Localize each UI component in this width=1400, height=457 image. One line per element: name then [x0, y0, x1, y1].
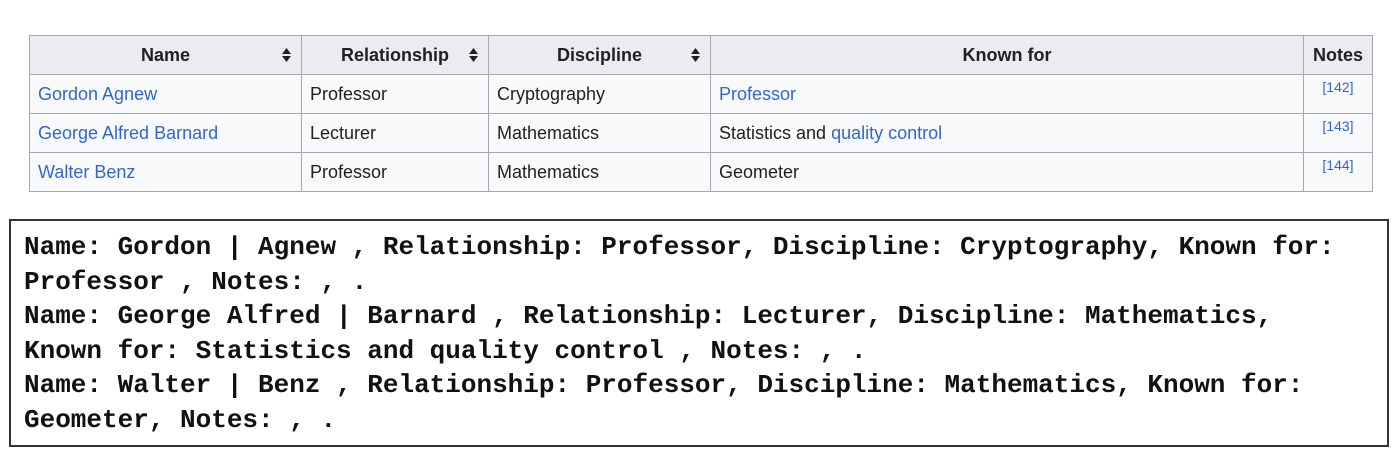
- cell-name: Gordon Agnew: [29, 74, 302, 114]
- linearized-text-box: Name: Gordon | Agnew , Relationship: Pro…: [9, 219, 1389, 447]
- column-header-label: Relationship: [340, 44, 449, 65]
- sort-icon[interactable]: [691, 48, 700, 62]
- cell-notes: [144]: [1303, 152, 1373, 192]
- cell-known-for: Professor: [710, 74, 1304, 114]
- known-for-link[interactable]: quality control: [831, 123, 942, 143]
- table-crop-edge: [29, 196, 1372, 199]
- column-header-label: Known for: [962, 44, 1052, 65]
- text-line: Name: Gordon | Agnew , Relationship: Pro…: [24, 232, 1335, 262]
- name-link[interactable]: Walter Benz: [38, 162, 135, 182]
- table-row: Walter Benz Professor Mathematics Geomet…: [29, 152, 1373, 192]
- cell-notes: [143]: [1303, 113, 1373, 153]
- known-for-link[interactable]: Professor: [719, 84, 796, 104]
- column-header-relationship[interactable]: Relationship: [301, 35, 489, 75]
- known-for-text: Statistics and: [719, 122, 832, 143]
- cell-name: Walter Benz: [29, 152, 302, 192]
- cell-known-for: Geometer: [710, 152, 1304, 192]
- cell-name: George Alfred Barnard: [29, 113, 302, 153]
- text-line: Geometer, Notes: , .: [24, 404, 337, 435]
- table-header-row: Name Relationship Discipline Known for N…: [29, 35, 1373, 75]
- table-row: Gordon Agnew Professor Cryptography Prof…: [29, 74, 1373, 114]
- name-link[interactable]: George Alfred Barnard: [38, 123, 218, 143]
- cell-discipline: Cryptography: [488, 74, 711, 114]
- column-header-known-for: Known for: [710, 35, 1304, 75]
- cell-relationship: Professor: [301, 74, 489, 114]
- known-for-text: Geometer: [719, 161, 800, 182]
- name-link[interactable]: Gordon Agnew: [38, 84, 157, 104]
- cell-relationship: Professor: [301, 152, 489, 192]
- citation-link[interactable]: [144]: [1322, 157, 1353, 173]
- column-header-label: Discipline: [556, 44, 643, 65]
- sort-icon[interactable]: [282, 48, 291, 62]
- column-header-notes: Notes: [1303, 35, 1373, 75]
- column-header-label: Name: [140, 44, 191, 65]
- table-row: George Alfred Barnard Lecturer Mathemati…: [29, 113, 1373, 153]
- column-header-label: Notes: [1312, 44, 1363, 65]
- citation-link[interactable]: [143]: [1322, 118, 1353, 134]
- cell-known-for: Statistics and quality control: [710, 113, 1304, 153]
- sort-icon[interactable]: [469, 48, 478, 62]
- citation-link[interactable]: [142]: [1322, 79, 1353, 95]
- cell-discipline: Mathematics: [488, 152, 711, 192]
- text-line: Name: Walter | Benz , Relationship: Prof…: [24, 370, 1304, 401]
- column-header-discipline[interactable]: Discipline: [488, 35, 711, 75]
- wikitable: Name Relationship Discipline Known for N…: [29, 35, 1373, 192]
- column-header-name[interactable]: Name: [29, 35, 302, 75]
- text-line: Professor , Notes: , .: [24, 266, 368, 297]
- cell-relationship: Lecturer: [301, 113, 489, 153]
- cell-notes: [142]: [1303, 74, 1373, 114]
- text-line: Name: George Alfred | Barnard , Relation…: [24, 301, 1273, 332]
- text-line: Known for: Statistics and quality contro…: [24, 335, 867, 366]
- cell-discipline: Mathematics: [488, 113, 711, 153]
